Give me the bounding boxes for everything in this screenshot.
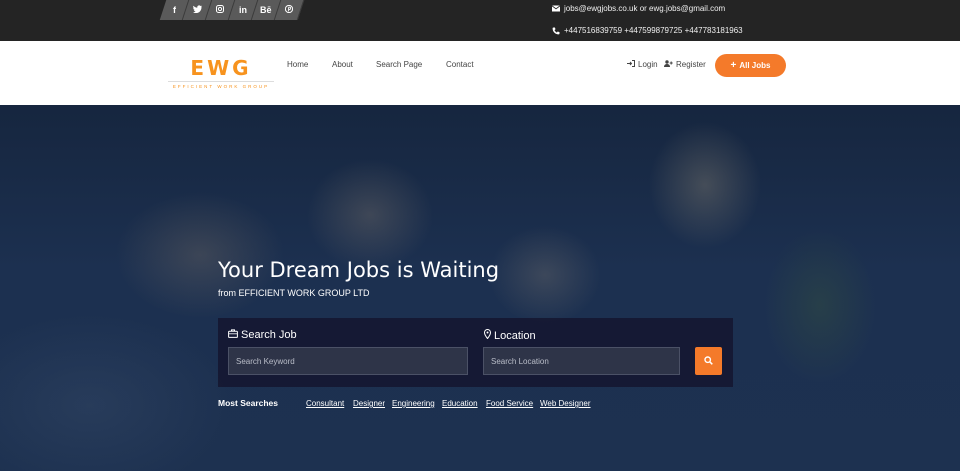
instagram-icon: [216, 5, 224, 15]
search-keyword-input[interactable]: Search Keyword: [228, 347, 468, 375]
search-icon: [704, 352, 713, 370]
sign-in-icon: [627, 60, 635, 69]
nav-contact[interactable]: Contact: [446, 60, 474, 69]
contact-email-text[interactable]: jobs@ewgjobs.co.uk or ewg.jobs@gmail.com: [564, 4, 725, 13]
search-job-label: Search Job: [228, 329, 297, 341]
tag-web-designer[interactable]: Web Designer: [540, 399, 591, 408]
contact-email: jobs@ewgjobs.co.uk or ewg.jobs@gmail.com: [551, 4, 725, 13]
tag-designer[interactable]: Designer: [353, 399, 385, 408]
pinterest-link[interactable]: [274, 0, 305, 20]
top-bar: f in Bē jobs@ewgjobs.co.uk or ewg.jobs@g…: [0, 0, 960, 41]
user-plus-icon: [664, 60, 673, 69]
linkedin-icon: in: [239, 5, 247, 15]
tag-consultant[interactable]: Consultant: [306, 399, 344, 408]
all-jobs-button[interactable]: + All Jobs: [715, 54, 786, 77]
search-button[interactable]: [695, 347, 722, 375]
nav-home[interactable]: Home: [287, 60, 308, 69]
facebook-icon: f: [172, 5, 176, 15]
twitter-icon: [192, 5, 202, 15]
most-searches-label: Most Searches: [218, 398, 278, 408]
plus-icon: +: [730, 59, 737, 71]
social-links: f in Bē: [159, 0, 305, 20]
nav-search-page[interactable]: Search Page: [376, 60, 436, 69]
register-label: Register: [676, 60, 706, 69]
tag-engineering[interactable]: Engineering: [392, 399, 435, 408]
contact-phone: +447516839759 +447599879725 +44778318196…: [552, 26, 743, 35]
location-label-text: Location: [494, 329, 536, 342]
contact-phone-text: +447516839759 +447599879725 +44778318196…: [564, 26, 743, 35]
logo-subtitle: EFFICIENT WORK GROUP: [172, 84, 270, 89]
envelope-icon: [551, 5, 561, 12]
login-label: Login: [638, 60, 658, 69]
map-marker-icon: [483, 328, 492, 342]
register-link[interactable]: Register: [664, 60, 706, 69]
phone-icon: [552, 27, 560, 35]
logo-divider: [168, 81, 274, 82]
pinterest-icon: [284, 4, 294, 15]
hero-subtitle: from EFFICIENT WORK GROUP LTD: [218, 288, 370, 298]
search-job-label-text: Search Job: [241, 329, 297, 341]
site-header: EWG EFFICIENT WORK GROUP Home About Sear…: [0, 41, 960, 105]
search-location-input[interactable]: Search Location: [483, 347, 680, 375]
hero-background: [0, 105, 960, 471]
behance-icon: Bē: [260, 5, 272, 15]
tag-food-service[interactable]: Food Service: [486, 399, 533, 408]
nav-about[interactable]: About: [332, 60, 353, 69]
all-jobs-label: All Jobs: [739, 61, 771, 70]
login-link[interactable]: Login: [627, 60, 658, 69]
hero-title: Your Dream Jobs is Waiting: [218, 258, 500, 282]
tag-education[interactable]: Education: [442, 399, 478, 408]
location-label: Location: [483, 328, 536, 342]
logo-mark: EWG: [190, 56, 252, 80]
briefcase-icon: [228, 329, 238, 341]
logo[interactable]: EWG EFFICIENT WORK GROUP: [168, 56, 274, 95]
